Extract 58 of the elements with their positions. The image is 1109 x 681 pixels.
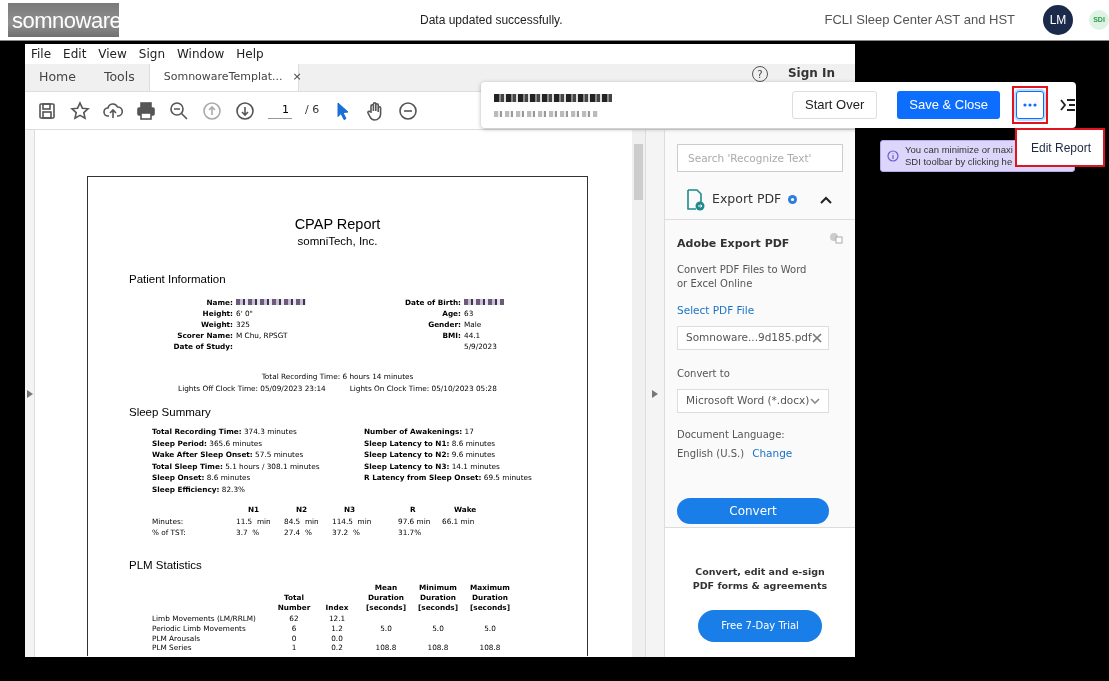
menu-item[interactable]: Window: [177, 45, 225, 63]
user-avatar[interactable]: LM: [1043, 5, 1073, 35]
section-heading: Patient Information: [129, 272, 227, 288]
search-field[interactable]: Search 'Recognize Text': [677, 144, 843, 172]
star-icon[interactable]: [70, 100, 90, 121]
badge-icon: [788, 195, 798, 204]
menu-item[interactable]: Sign: [138, 45, 165, 63]
collapse-toolbar-icon[interactable]: [1060, 98, 1076, 112]
language-value: English (U.S.): [677, 447, 745, 462]
cloud-document-icon: [829, 232, 843, 244]
tool-header[interactable]: Export PDF: [665, 180, 855, 220]
facility-name: FCLI Sleep Center AST and HST: [824, 11, 1015, 30]
sign-in-link[interactable]: Sign In: [787, 67, 835, 80]
close-icon[interactable]: ×: [292, 69, 302, 86]
expand-icon[interactable]: [652, 389, 658, 398]
trial-button[interactable]: Free 7-Day Trial: [698, 609, 822, 642]
print-icon[interactable]: [136, 100, 156, 121]
section-heading: PLM Statistics: [129, 557, 203, 573]
tab[interactable]: Home: [25, 64, 90, 91]
menu-item[interactable]: File: [31, 45, 52, 63]
section-heading: Sleep Summary: [129, 405, 212, 421]
zoom-out-icon[interactable]: [398, 100, 419, 121]
collapse-icon[interactable]: [820, 195, 833, 204]
save-icon[interactable]: [37, 100, 57, 121]
logo: somnoware: [8, 3, 119, 37]
field-label: Document Language:: [677, 428, 786, 443]
info-icon: [887, 150, 899, 162]
export-pdf-icon: [685, 188, 705, 211]
next-page-icon[interactable]: [235, 100, 255, 121]
company-name: somniTech, Inc.: [296, 233, 379, 249]
promo-text: Convert, edit and e-sign PDF forms & agreements: [691, 565, 829, 594]
report-title: CPAP Report: [293, 217, 382, 233]
ellipsis-icon: [1023, 103, 1037, 107]
format-dropdown[interactable]: Microsoft Word (*.docx): [677, 389, 829, 414]
page-total: / 6: [305, 102, 320, 119]
change-link[interactable]: Change: [752, 446, 793, 462]
tab[interactable]: SomnowareTemplat... ×: [148, 64, 299, 91]
expand-icon[interactable]: [26, 389, 33, 398]
section-title: Adobe Export PDF: [677, 236, 790, 252]
zoom-out-icon[interactable]: [169, 100, 189, 121]
scrollbar-thumb[interactable]: [634, 144, 643, 200]
file-field[interactable]: Somnoware...9d185.pdf: [677, 326, 829, 351]
description: Convert PDF Files to Word or Excel Online: [677, 262, 808, 291]
chevron-down-icon: [810, 398, 820, 405]
tooltip-text: You can minimize or maxi SDI toolbar by clicking he: [905, 143, 1013, 169]
select-file-link[interactable]: Select PDF File: [677, 302, 843, 319]
menu-item[interactable]: Help: [236, 45, 264, 63]
save-close-button[interactable]: Save & Close: [897, 91, 1000, 119]
status-message: Data updated successfully.: [420, 12, 563, 29]
scrollbar[interactable]: [632, 130, 645, 657]
start-over-button[interactable]: Start Over: [792, 91, 878, 119]
cloud-upload-icon[interactable]: [103, 100, 123, 121]
menu-item[interactable]: Edit: [63, 45, 87, 63]
close-icon[interactable]: [812, 333, 822, 344]
field-label: Convert to: [677, 367, 731, 382]
tab[interactable]: Tools: [89, 64, 149, 91]
convert-button[interactable]: Convert: [677, 498, 829, 524]
menu-item[interactable]: View: [98, 45, 127, 63]
